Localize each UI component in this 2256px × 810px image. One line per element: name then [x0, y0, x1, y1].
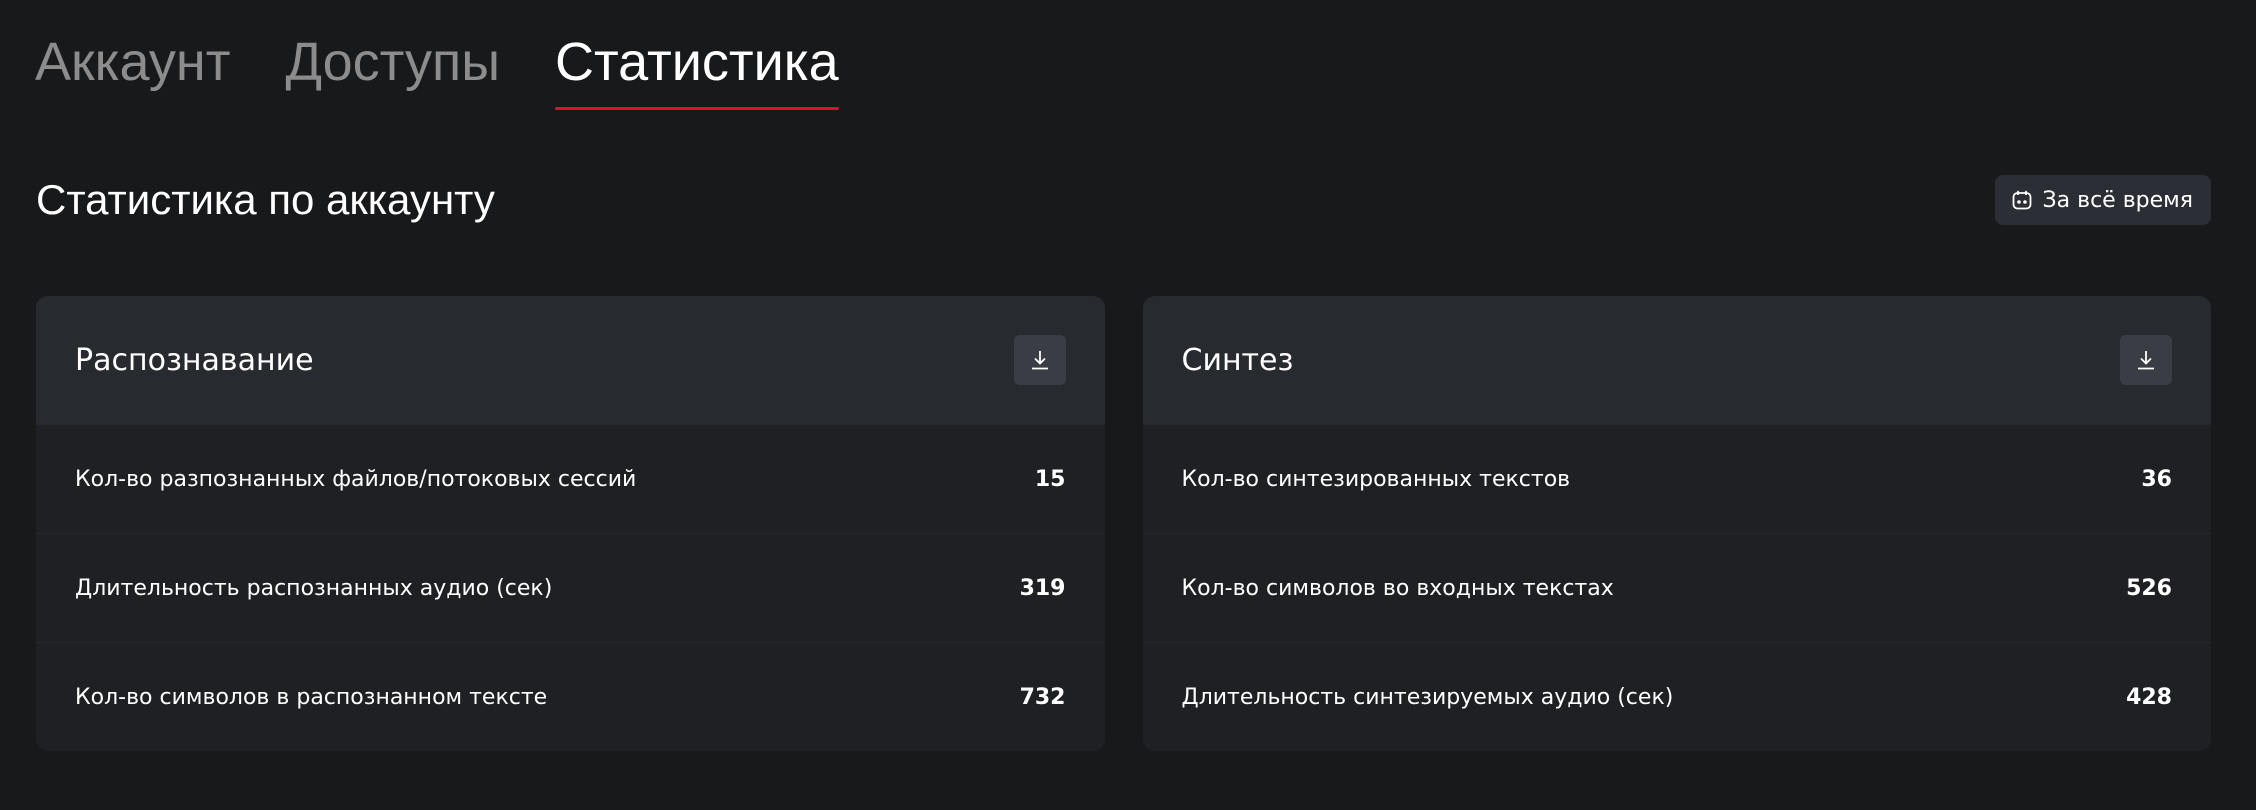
- tab-account[interactable]: Аккаунт: [35, 28, 230, 110]
- table-row: Кол-во разпознанных файлов/потоковых сес…: [36, 424, 1105, 533]
- tab-statistics[interactable]: Статистика: [555, 28, 839, 110]
- row-value: 428: [2126, 684, 2172, 710]
- row-value: 319: [1019, 575, 1066, 601]
- row-label: Кол-во синтезированных текстов: [1181, 466, 1571, 492]
- row-label: Кол-во разпознанных файлов/потоковых сес…: [75, 466, 637, 492]
- download-icon: [2138, 351, 2154, 370]
- tab-bar: Аккаунт Доступы Статистика: [35, 28, 839, 114]
- row-value: 36: [2141, 466, 2172, 492]
- row-label: Длительность распознанных аудио (сек): [75, 575, 553, 601]
- row-label: Кол-во символов в распознанном тексте: [75, 684, 548, 710]
- table-row: Длительность синтезируемых аудио (сек) 4…: [1142, 642, 2211, 751]
- table-row: Кол-во символов в распознанном тексте 73…: [36, 642, 1105, 751]
- recognition-card-header: Распознавание: [36, 296, 1105, 424]
- calendar-icon: [2011, 189, 2033, 211]
- recognition-card: Распознавание Кол-во разпознанных файлов…: [36, 296, 1105, 751]
- recognition-download-button[interactable]: [1013, 335, 1066, 385]
- page-title: Статистика по аккаунту: [36, 176, 495, 223]
- row-value: 732: [1019, 684, 1066, 710]
- stats-cards: Распознавание Кол-во разпознанных файлов…: [36, 296, 2211, 751]
- tab-access[interactable]: Доступы: [285, 28, 500, 110]
- synthesis-card-header: Синтез: [1142, 296, 2211, 424]
- row-label: Кол-во символов во входных текстах: [1181, 575, 1614, 601]
- table-row: Кол-во символов во входных текстах 526: [1142, 533, 2211, 642]
- synthesis-card: Синтез Кол-во синтезированных текстов 36…: [1142, 296, 2211, 751]
- table-row: Кол-во синтезированных текстов 36: [1142, 424, 2211, 533]
- synthesis-download-button[interactable]: [2120, 335, 2172, 385]
- table-row: Длительность распознанных аудио (сек) 31…: [36, 533, 1105, 642]
- row-value: 526: [2126, 575, 2172, 601]
- section-header: Статистика по аккаунту За всё время: [36, 172, 2211, 228]
- row-value: 15: [1034, 466, 1066, 492]
- period-button-label: За всё время: [2042, 187, 2193, 213]
- row-label: Длительность синтезируемых аудио (сек): [1181, 684, 1674, 710]
- synthesis-card-title: Синтез: [1181, 342, 1294, 378]
- download-icon: [1031, 351, 1048, 370]
- recognition-card-title: Распознавание: [75, 342, 314, 378]
- period-select-button[interactable]: За всё время: [1994, 175, 2211, 225]
